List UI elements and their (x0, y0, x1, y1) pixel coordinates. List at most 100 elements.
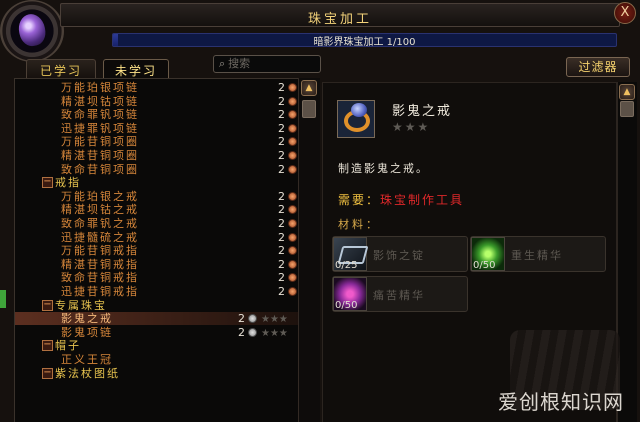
skillup-icon (288, 83, 297, 92)
list-item-count: 2 (278, 271, 285, 284)
reagent-count: 0/25 (335, 260, 358, 271)
reagent-name: 影饰之锭 (373, 249, 425, 262)
list-item-label: 帽子 (55, 339, 81, 352)
skill-progress-bar: 暗影界珠宝加工 1/100 (112, 33, 617, 47)
list-item-label: 戒指 (55, 176, 81, 189)
skillup-icon (288, 124, 297, 133)
list-item[interactable]: 致命罪钒之戒 2 (15, 217, 315, 230)
reagent-name: 重生精华 (511, 249, 563, 262)
list-item[interactable]: 迅捷髓硫之戒 2 (15, 231, 315, 244)
reagent-name: 痛苦精华 (373, 289, 425, 302)
quality-stars: ★★★ (392, 120, 431, 134)
scrollbar-thumb[interactable] (302, 100, 316, 118)
skillup-icon (288, 287, 297, 296)
list-item[interactable]: 万能珀银之戒 2 (15, 190, 315, 203)
list-item[interactable]: 精湛坝钴之戒 2 (15, 203, 315, 216)
skillup-icon (288, 137, 297, 146)
skillup-icon (248, 328, 257, 337)
list-item-count: 2 (278, 163, 285, 176)
list-item[interactable]: 精湛苷铜戒指 2 (15, 258, 315, 271)
skillup-icon (288, 233, 297, 242)
detail-scrollbar-thumb[interactable] (620, 101, 634, 117)
reagent-slot[interactable]: 0/50 痛苦精华 (332, 276, 468, 312)
list-item[interactable]: 影鬼项链 2 ★★★ (15, 326, 315, 339)
list-item-count: 2 (278, 190, 285, 203)
detail-scrollbar[interactable] (617, 82, 637, 422)
tab-unlearned[interactable]: 未学习 (103, 59, 169, 79)
list-item[interactable]: 致命苷铜戒指 2 (15, 271, 315, 284)
item-description: 制造影鬼之戒。 (338, 162, 429, 175)
list-item-label: 影鬼之戒 (61, 312, 113, 325)
detail-scroll-up-icon[interactable]: ▲ (619, 84, 635, 100)
requirement-value: 珠宝制作工具 (380, 193, 465, 207)
list-item-label: 精湛苷铜项圈 (61, 149, 139, 162)
list-item[interactable]: 精湛苷铜项圈 2 (15, 149, 315, 162)
list-item-count: 2 (278, 258, 285, 271)
list-item-label: 紫法杖图纸 (55, 367, 120, 380)
skillup-icon (288, 260, 297, 269)
collapse-icon[interactable]: − (42, 340, 53, 351)
list-item-count: 2 (238, 326, 245, 339)
list-category[interactable]: − 帽子 (15, 339, 315, 352)
list-item-label: 迅捷苷铜戒指 (61, 285, 139, 298)
skillup-icon (288, 192, 297, 201)
reagent-count: 0/50 (335, 300, 358, 311)
list-item-label: 正义王冠 (61, 353, 113, 366)
list-item-label: 万能苷铜项圈 (61, 135, 139, 148)
requirement: 需要：珠宝制作工具 (338, 191, 464, 208)
list-item[interactable]: 迅捷苷铜戒指 2 (15, 285, 315, 298)
list-item[interactable]: 精湛坝钴项链 2 (15, 95, 315, 108)
close-button[interactable]: X (614, 2, 636, 24)
skillup-icon (288, 97, 297, 106)
watermark: 爱创根知识网 (498, 390, 624, 414)
side-indicator (0, 290, 6, 308)
recipe-list-scrollbar[interactable] (298, 78, 320, 422)
list-item[interactable]: 致命苷铜项圈 2 (15, 163, 315, 176)
list-item-count: 2 (278, 244, 285, 257)
reagent-count: 0/50 (473, 260, 496, 271)
list-item-count: 2 (278, 95, 285, 108)
list-item-count: 2 (238, 312, 245, 325)
list-item[interactable]: 迅捷罪钒项链 2 (15, 122, 315, 135)
search-input[interactable]: ⌕ 搜索 (213, 55, 321, 73)
skillup-icon (248, 314, 257, 323)
skillup-icon (288, 273, 297, 282)
collapse-icon[interactable]: − (42, 177, 53, 188)
collapse-icon[interactable]: − (42, 368, 53, 379)
list-item-count: 2 (278, 231, 285, 244)
tab-learned[interactable]: 已学习 (26, 59, 96, 79)
list-item[interactable]: 致命罪钒项链 2 (15, 108, 315, 121)
list-item-count: 2 (278, 108, 285, 121)
list-item-label: 万能苷铜戒指 (61, 244, 139, 257)
list-item-label: 精湛坝钴项链 (61, 95, 139, 108)
requirement-label: 需要： (338, 193, 381, 207)
list-item[interactable]: 影鬼之戒 2 ★★★ (15, 312, 315, 325)
list-category[interactable]: − 紫法杖图纸 (15, 367, 315, 380)
list-item[interactable]: 万能苷铜戒指 2 (15, 244, 315, 257)
scroll-up-icon[interactable]: ▲ (301, 80, 317, 96)
list-item-count: 2 (278, 285, 285, 298)
list-category[interactable]: − 专属珠宝 (15, 299, 315, 312)
list-item-label: 致命苷铜项圈 (61, 163, 139, 176)
list-item-label: 致命罪钒项链 (61, 108, 139, 121)
rank-stars-icon: ★★★ (261, 314, 288, 325)
materials-heading: 材料： (338, 218, 380, 231)
search-icon: ⌕ (219, 57, 226, 70)
list-item-label: 致命苷铜戒指 (61, 271, 139, 284)
list-item[interactable]: 万能珀银项链 2 (15, 81, 315, 94)
list-item-label: 迅捷髓硫之戒 (61, 231, 139, 244)
skillup-icon (288, 246, 297, 255)
skill-progress-text: 暗影界珠宝加工 1/100 (313, 37, 416, 47)
list-item-label: 影鬼项链 (61, 326, 113, 339)
collapse-icon[interactable]: − (42, 300, 53, 311)
reagent-slot[interactable]: 0/50 重生精华 (470, 236, 606, 272)
reagent-slot[interactable]: 0/25 影饰之锭 (332, 236, 468, 272)
list-item[interactable]: 正义王冠 (15, 353, 315, 366)
ring-icon[interactable] (337, 100, 375, 138)
list-item-count: 2 (278, 149, 285, 162)
filter-button[interactable]: 过滤器 (566, 57, 630, 77)
list-category[interactable]: − 戒指 (15, 176, 315, 189)
skillup-icon (288, 165, 297, 174)
list-item[interactable]: 万能苷铜项圈 2 (15, 135, 315, 148)
skillup-icon (288, 205, 297, 214)
